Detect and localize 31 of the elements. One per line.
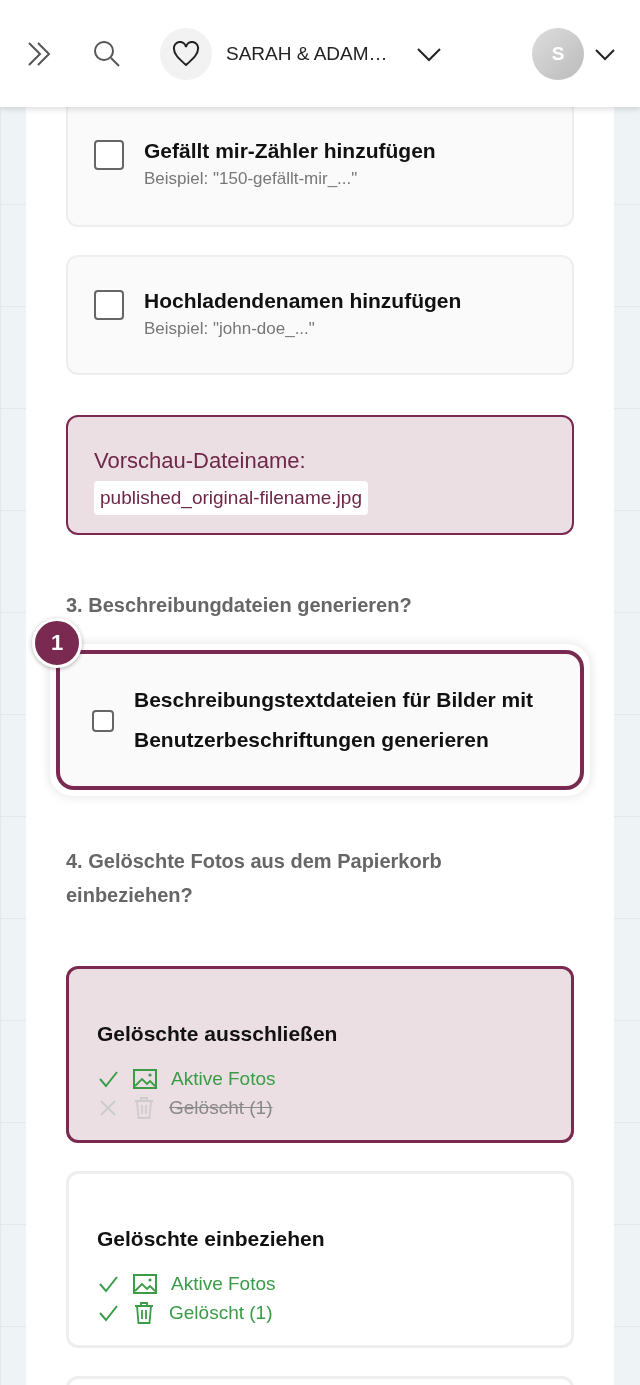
option-label: Hochladendenamen hinzufügen bbox=[144, 289, 462, 313]
option-card[interactable]: Gefällt mir-Zähler hinzufügen Beispiel: "150-gefällt-mir_..." bbox=[66, 107, 574, 227]
heart-icon bbox=[172, 40, 200, 67]
account-name: SARAH & ADAM… bbox=[226, 42, 388, 65]
filename-chip: published_original-filename.jpg bbox=[94, 481, 368, 515]
feature-label: Aktive Fotos bbox=[171, 1272, 276, 1295]
choice-card[interactable]: Gelöschte einbeziehen Aktive Fotos Gelöscht (1) bbox=[66, 1171, 574, 1348]
option-example: Beispiel: "john-doe_..." bbox=[144, 319, 316, 339]
user-menu-button[interactable] bbox=[594, 46, 616, 61]
choice-card[interactable]: Gelöschte ausschließen Aktive Fotos Gelöscht (1) bbox=[66, 966, 574, 1143]
checkbox[interactable] bbox=[94, 140, 124, 170]
checkbox[interactable] bbox=[94, 290, 124, 320]
preview-label: Vorschau-Dateiname: bbox=[94, 448, 306, 473]
option-card[interactable]: Hochladendenamen hinzufügen Beispiel: "john-doe_..." bbox=[66, 255, 574, 375]
checkbox[interactable] bbox=[92, 709, 114, 732]
account-dropdown-button[interactable] bbox=[415, 45, 442, 62]
feature-label: Gelöscht (1) bbox=[169, 1096, 273, 1119]
option-card[interactable]: Beschreibungstextdateien für Bilder mit Benutzerbeschriftungen generieren bbox=[56, 650, 584, 790]
trash-icon bbox=[133, 1300, 155, 1325]
option-label: Beschreibungstextdateien für Bilder mit Benutzerbeschriftungen generieren bbox=[134, 687, 535, 753]
trash-icon bbox=[133, 1095, 155, 1120]
section-heading: 3. Beschreibungdateien generieren? bbox=[66, 593, 413, 618]
feature-label: Gelöscht (1) bbox=[169, 1301, 273, 1324]
image-icon bbox=[133, 1273, 157, 1294]
image-icon bbox=[133, 1068, 157, 1089]
search-button[interactable] bbox=[92, 38, 122, 69]
step-badge: 1 bbox=[32, 618, 82, 668]
option-example: Beispiel: "150-gefällt-mir_..." bbox=[144, 169, 359, 189]
feature-label: Aktive Fotos bbox=[171, 1067, 276, 1090]
option-label: Gefällt mir-Zähler hinzufügen bbox=[144, 139, 436, 163]
section-heading: 4. Gelöschte Fotos aus dem Papierkorb einbeziehen? bbox=[66, 849, 443, 908]
